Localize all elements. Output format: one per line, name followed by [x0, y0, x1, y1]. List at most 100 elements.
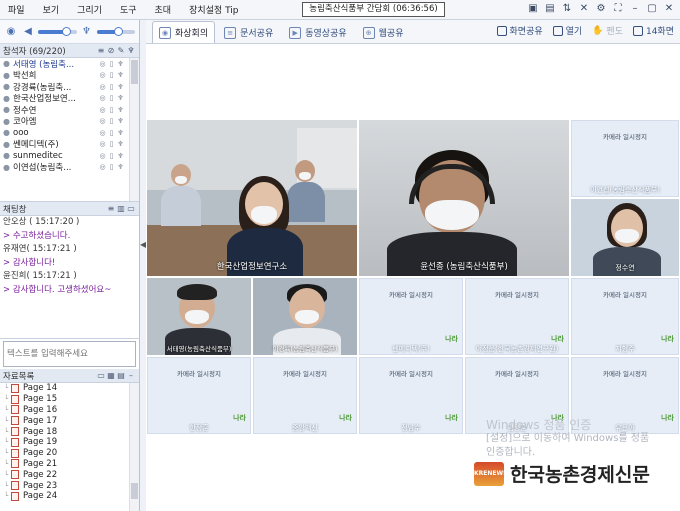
camera-icon[interactable]: ◉	[4, 25, 18, 39]
microphone-icon[interactable]: ♆	[80, 25, 94, 39]
document-status-icon[interactable]: ▯	[107, 163, 116, 171]
mic-status-icon[interactable]: ♆	[116, 106, 125, 114]
tab-document-share[interactable]: ≡ 문서공유	[217, 21, 280, 43]
menu-icon[interactable]: ≡	[106, 204, 116, 213]
page-item[interactable]: └ Page 16	[0, 405, 139, 416]
gear-icon[interactable]: ⚙	[594, 2, 608, 16]
page-item[interactable]: └ Page 24	[0, 491, 139, 502]
camera-status-icon[interactable]: ◎	[98, 117, 107, 125]
camera-status-icon[interactable]: ◎	[98, 94, 107, 102]
video-tile-camera-paused[interactable]: 카메라 일시정지 나라 한정훈	[147, 357, 251, 434]
camera-status-icon[interactable]: ◎	[98, 60, 107, 68]
mic-volume-slider[interactable]	[96, 26, 135, 36]
menu-draw[interactable]: 그리기	[68, 3, 111, 16]
collapse-icon[interactable]: –	[126, 371, 136, 380]
mic-status-icon[interactable]: ♆	[116, 83, 125, 91]
list-icon[interactable]: ≡	[96, 46, 106, 55]
camera-status-icon[interactable]: ◎	[98, 106, 107, 114]
fullscreen-icon[interactable]: ⛶	[611, 2, 625, 16]
camera-status-icon[interactable]: ◎	[98, 140, 107, 148]
camera-status-icon[interactable]: ◎	[98, 129, 107, 137]
document-status-icon[interactable]: ▯	[107, 83, 116, 91]
page-item[interactable]: └ Page 15	[0, 394, 139, 405]
video-tile-4[interactable]: 이경륙(농림축산식품부)	[253, 278, 357, 355]
menu-view[interactable]: 보기	[34, 3, 69, 16]
swap-icon[interactable]: ⇅	[560, 2, 574, 16]
document-status-icon[interactable]: ▯	[107, 140, 116, 148]
speaker-icon[interactable]: ◀	[21, 25, 35, 39]
layout-button[interactable]: 14화면	[632, 24, 674, 37]
video-tile-3[interactable]: 서태영(농림축산식품부)	[147, 278, 251, 355]
video-tile-camera-paused[interactable]: 카메라 일시정지 나라 쎈메디텍(주)	[359, 278, 463, 355]
document-status-icon[interactable]: ▯	[107, 60, 116, 68]
participant-row[interactable]: ● 한국산업정보연... ◎ ▯ ♆	[0, 93, 139, 105]
video-tile-main-2[interactable]: 윤선종 (농림축산식품부)	[359, 120, 569, 276]
mic-status-icon[interactable]: ♆	[116, 129, 125, 137]
upload-icon[interactable]: ▤	[116, 371, 126, 380]
participant-row[interactable]: ● 정수연 ◎ ▯ ♆	[0, 104, 139, 116]
participant-scrollbar[interactable]	[129, 58, 139, 201]
page-item[interactable]: └ Page 20	[0, 448, 139, 459]
close-icon[interactable]: ✕	[662, 2, 676, 16]
menu-device-tip[interactable]: 장치설정 Tip	[180, 3, 247, 16]
user-icon[interactable]: ▣	[526, 2, 540, 16]
tab-web-share[interactable]: ⊕ 웹공유	[356, 21, 411, 43]
profile-icon[interactable]: ▤	[543, 2, 557, 16]
folder-icon[interactable]: ▭	[96, 371, 106, 380]
page-item[interactable]: └ Page 14	[0, 383, 139, 394]
menu-file[interactable]: 파일	[0, 3, 34, 16]
video-tile-camera-paused[interactable]: 카메라 일시정지 나라 중앙백신	[253, 357, 357, 434]
chat-input[interactable]	[3, 341, 136, 367]
page-item[interactable]: └ Page 18	[0, 426, 139, 437]
save-chat-icon[interactable]: ▥	[116, 204, 126, 213]
document-status-icon[interactable]: ▯	[107, 71, 116, 79]
document-status-icon[interactable]: ▯	[107, 106, 116, 114]
tab-video-conference[interactable]: ◉ 화상회의	[152, 21, 216, 43]
video-tile-camera-paused[interactable]: 카메라 일시정지 나라 정남수	[359, 357, 463, 434]
document-status-icon[interactable]: ▯	[107, 94, 116, 102]
tools-icon[interactable]: ✕	[577, 2, 591, 16]
video-tile-main-1[interactable]: 한국산업정보연구소	[147, 120, 357, 276]
mic-status-icon[interactable]: ♆	[116, 140, 125, 148]
mic-status-icon[interactable]: ♆	[116, 163, 125, 171]
pen-off-icon[interactable]: ✎	[116, 46, 126, 55]
page-item[interactable]: └ Page 19	[0, 437, 139, 448]
mic-off-icon[interactable]: ♆	[126, 46, 136, 55]
page-item[interactable]: └ Page 23	[0, 480, 139, 491]
screen-share-button[interactable]: 화면공유	[496, 24, 543, 37]
mute-all-icon[interactable]: ⊘	[106, 46, 116, 55]
participant-row[interactable]: ● 코아엠 ◎ ▯ ♆	[0, 116, 139, 128]
materials-scrollbar[interactable]	[129, 383, 139, 511]
delete-icon[interactable]: ▦	[106, 371, 116, 380]
menu-invite[interactable]: 초대	[146, 3, 181, 16]
mic-status-icon[interactable]: ♆	[116, 71, 125, 79]
mic-status-icon[interactable]: ♆	[116, 94, 125, 102]
page-item[interactable]: └ Page 22	[0, 469, 139, 480]
camera-status-icon[interactable]: ◎	[98, 71, 107, 79]
participant-row[interactable]: ● 이연섭(농림축... ◎ ▯ ♆	[0, 162, 139, 174]
mic-status-icon[interactable]: ♆	[116, 152, 125, 160]
page-item[interactable]: └ Page 17	[0, 415, 139, 426]
speaker-volume-slider[interactable]	[38, 26, 77, 36]
maximize-icon[interactable]: ▢	[645, 2, 659, 16]
pen-button[interactable]: ✋ 펜도	[592, 24, 623, 38]
page-item[interactable]: └ Page 21	[0, 459, 139, 470]
mic-status-icon[interactable]: ♆	[116, 117, 125, 125]
participant-row[interactable]: ● 강경륙(농림축... ◎ ▯ ♆	[0, 81, 139, 93]
participant-row[interactable]: ● 박선희 ◎ ▯ ♆	[0, 70, 139, 82]
minimize-icon[interactable]: –	[628, 2, 642, 16]
popout-icon[interactable]: ▭	[126, 204, 136, 213]
video-tile-small-1[interactable]: 카메라 일시정지 이연섭(농림축산식품부)	[571, 120, 679, 197]
mic-status-icon[interactable]: ♆	[116, 60, 125, 68]
menu-tools[interactable]: 도구	[111, 3, 146, 16]
document-status-icon[interactable]: ▯	[107, 117, 116, 125]
video-tile-camera-paused[interactable]: 카메라 일시정지 나라 이정운(한국농촌경제연구원)	[465, 278, 569, 355]
document-status-icon[interactable]: ▯	[107, 152, 116, 160]
camera-status-icon[interactable]: ◎	[98, 163, 107, 171]
participant-row[interactable]: ● ooo ◎ ▯ ♆	[0, 127, 139, 139]
camera-status-icon[interactable]: ◎	[98, 152, 107, 160]
open-button[interactable]: 열기	[552, 24, 582, 37]
participant-row[interactable]: ● 서태영 (농림축... ◎ ▯ ♆	[0, 58, 139, 70]
camera-status-icon[interactable]: ◎	[98, 83, 107, 91]
tab-video-share[interactable]: ▶ 동영상공유	[282, 21, 353, 43]
